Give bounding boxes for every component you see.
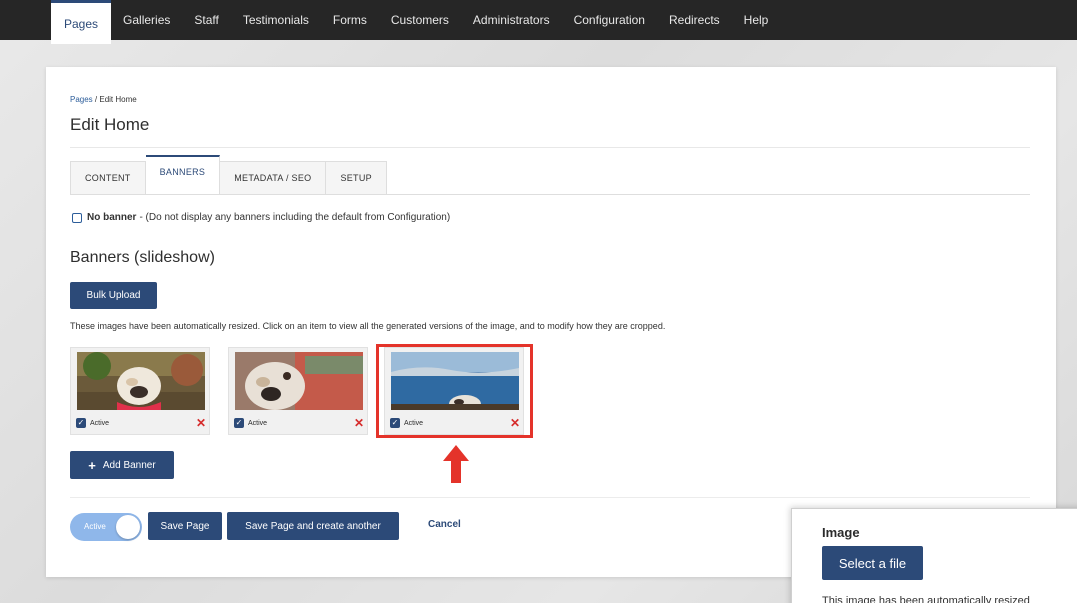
banner-item[interactable]: ✓ Active ✕ [70, 347, 210, 435]
banner-footer: ✓ Active ✕ [234, 416, 364, 430]
tab-banners[interactable]: BANNERS [145, 155, 221, 195]
banner-thumbnail[interactable] [235, 352, 363, 410]
banners-section-title: Banners (slideshow) [70, 249, 215, 266]
nav-administrators[interactable]: Administrators [461, 0, 562, 40]
banner-footer: ✓ Active ✕ [76, 416, 206, 430]
breadcrumb: Pages / Edit Home [70, 95, 137, 104]
add-banner-label: Add Banner [102, 459, 156, 471]
toggle-label: Active [84, 522, 106, 531]
tab-metadata-seo[interactable]: METADATA / SEO [220, 161, 327, 195]
resize-help-text: These images have been automatically res… [70, 321, 666, 331]
add-banner-button[interactable]: + Add Banner [70, 451, 174, 479]
banner-thumbnail[interactable] [77, 352, 205, 410]
nav-customers[interactable]: Customers [379, 0, 461, 40]
save-and-create-another-button[interactable]: Save Page and create another [227, 512, 399, 540]
tab-setup[interactable]: SETUP [326, 161, 387, 195]
save-page-button[interactable]: Save Page [148, 512, 222, 540]
active-label: Active [248, 419, 268, 427]
no-banner-option: No banner - (Do not display any banners … [72, 212, 450, 223]
tab-content[interactable]: CONTENT [70, 161, 146, 195]
nav-configuration[interactable]: Configuration [562, 0, 657, 40]
nav-staff[interactable]: Staff [182, 0, 230, 40]
nav-testimonials[interactable]: Testimonials [231, 0, 321, 40]
plus-icon: + [88, 457, 96, 473]
active-checkbox[interactable]: ✓ [234, 418, 244, 428]
divider [70, 497, 1030, 498]
tab-bar: CONTENT BANNERS METADATA / SEO SETUP [70, 155, 387, 195]
page-title: Edit Home [70, 115, 150, 134]
active-toggle[interactable]: Active [70, 513, 142, 541]
cancel-link[interactable]: Cancel [428, 519, 461, 530]
active-label: Active [90, 419, 110, 427]
bulk-upload-button[interactable]: Bulk Upload [70, 282, 157, 309]
breadcrumb-current: Edit Home [99, 95, 137, 104]
image-label: Image [822, 525, 860, 540]
image-resize-text: This image has been automatically resize… [822, 595, 1030, 603]
nav-redirects[interactable]: Redirects [657, 0, 732, 40]
no-banner-label: No banner [87, 212, 137, 223]
banner-item[interactable]: ✓ Active ✕ [228, 347, 368, 435]
nav-forms[interactable]: Forms [321, 0, 379, 40]
edit-page-card: Pages / Edit Home Edit Home CONTENT BANN… [46, 67, 1056, 577]
active-checkbox[interactable]: ✓ [76, 418, 86, 428]
breadcrumb-pages-link[interactable]: Pages [70, 95, 93, 104]
remove-icon[interactable]: ✕ [354, 416, 364, 430]
up-arrow-icon [443, 445, 469, 483]
highlight-box [376, 344, 533, 438]
nav-help[interactable]: Help [732, 0, 781, 40]
toggle-knob [116, 515, 140, 539]
select-file-button[interactable]: Select a file [822, 546, 923, 580]
image-panel: Image Select a file This image has been … [791, 508, 1077, 603]
divider [70, 194, 1030, 195]
nav-galleries[interactable]: Galleries [111, 0, 182, 40]
no-banner-note: - (Do not display any banners including … [139, 212, 451, 223]
nav-pages[interactable]: Pages [51, 0, 112, 44]
top-nav: Pages Galleries Staff Testimonials Forms… [0, 0, 1077, 44]
no-banner-checkbox[interactable] [72, 212, 82, 223]
divider [70, 147, 1030, 148]
remove-icon[interactable]: ✕ [196, 416, 206, 430]
